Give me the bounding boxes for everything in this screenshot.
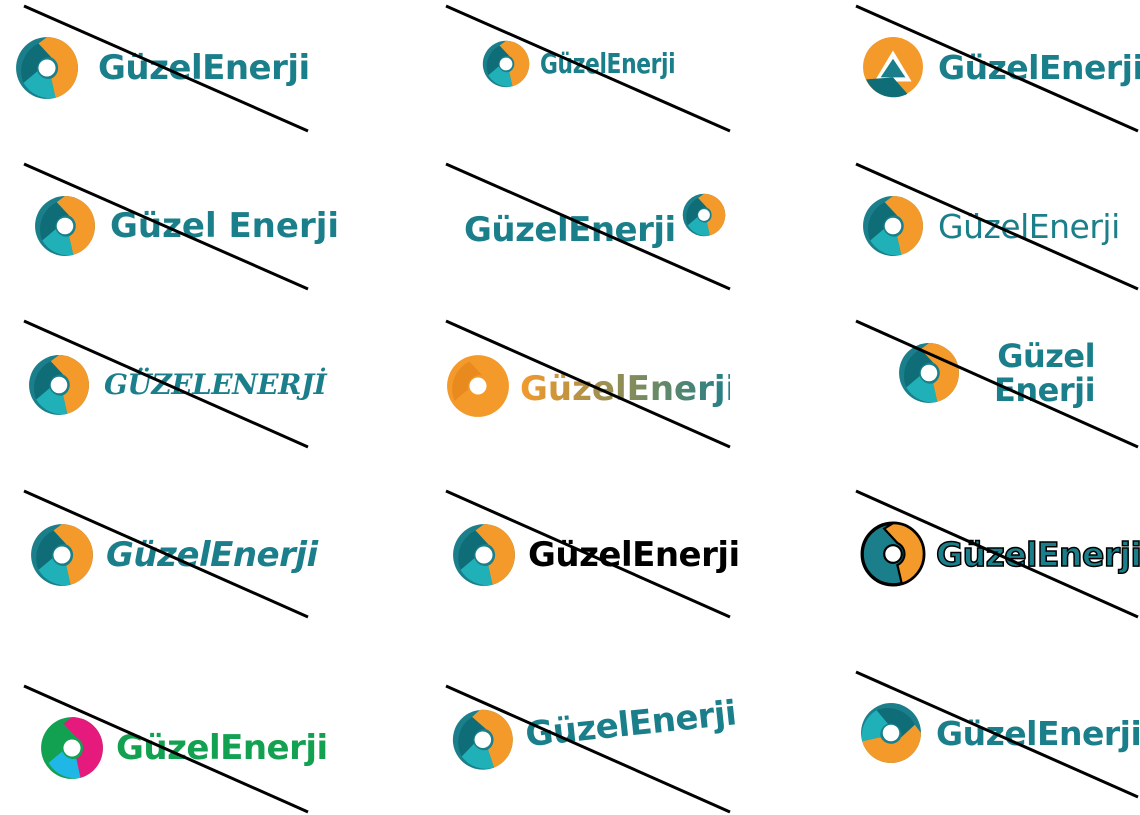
guzel-enerji-mark-icon (16, 37, 78, 99)
logo-variant-11: GüzelEnerji (420, 489, 800, 652)
logo: Güzel Enerji (34, 195, 339, 257)
wordmark-line2: Enerji (994, 371, 1096, 409)
guzel-enerji-mark-icon (861, 703, 921, 763)
logo-variant-2: GüzelEnerji (420, 0, 800, 163)
wordmark: GüzelEnerji (523, 693, 739, 756)
logo-variant-9: Güzel Enerji (760, 326, 1140, 489)
guzel-enerji-mark-icon (31, 524, 93, 586)
logo-variant-13: GüzelEnerji (0, 652, 380, 815)
wordmark: GüzelEnerji (936, 713, 1140, 753)
orange-mark-icon (447, 355, 509, 417)
wordmark: GüzelEnerji (938, 47, 1140, 87)
logo-variant-3: GüzelEnerji (760, 0, 1140, 163)
wordmark-spaced: Güzel Enerji (110, 206, 340, 246)
logo-variant-12: GüzelEnerji (760, 489, 1140, 652)
wordmark: GüzelEnerji (464, 210, 676, 250)
wordmark: GüzelEnerji (935, 534, 1140, 574)
logo-variant-15: GüzelEnerji (760, 652, 1140, 815)
wordmark-text: GüzelEnerji (520, 369, 730, 409)
logo-variant-1: GüzelEnerji (0, 0, 380, 163)
stacked-wordmark: Güzel Enerji (970, 337, 1096, 409)
guzel-enerji-mark-icon (35, 196, 95, 256)
outlined-mark-icon (860, 521, 926, 587)
logo: GÜZELENERJİ (28, 354, 327, 416)
wordmark-caps: GÜZELENERJİ (104, 368, 327, 401)
logo-variant-7: GÜZELENERJİ (0, 326, 380, 489)
wordmark: GüzelEnerji (98, 48, 310, 88)
logo: GüzelEnerji (10, 36, 310, 100)
logo-variant-10: GüzelEnerji (0, 489, 380, 652)
logo-variant-8: GüzelEnerji (420, 326, 800, 489)
wordmark: GüzelEnerji (106, 535, 318, 575)
guzel-enerji-mark-icon (29, 355, 89, 415)
wordmark-line1: Güzel (997, 337, 1096, 375)
logo: GüzelEnerji (449, 682, 740, 774)
logo-variant-6: GüzelEnerji (760, 163, 1140, 326)
wordmark: GüzelEnerji (938, 206, 1120, 246)
wordmark: GüzelEnerji (528, 535, 740, 575)
logo: Güzel Enerji (898, 337, 1096, 409)
logo: GüzelEnerji (862, 36, 1140, 98)
guzel-enerji-mark-icon (453, 524, 515, 586)
guzel-enerji-mark-icon (482, 40, 530, 88)
gradient-wordmark: GüzelEnerji (520, 369, 730, 409)
guzel-enerji-mark-icon (682, 193, 725, 237)
guzel-enerji-mark-icon (449, 706, 516, 773)
guzel-enerji-mark-icon (863, 196, 923, 256)
triangle-mark-icon (863, 37, 923, 98)
logo: GüzelEnerji (464, 193, 726, 247)
logo-variant-14: GüzelEnerji (420, 652, 800, 815)
multicolor-mark-icon (41, 717, 103, 779)
logo: GüzelEnerji (40, 716, 328, 780)
logo: GüzelEnerji (452, 523, 740, 587)
logo-variant-4: Güzel Enerji (0, 163, 380, 326)
logo: GüzelEnerji (860, 702, 1140, 764)
logo-variant-5: GüzelEnerji (420, 163, 800, 326)
logo: GüzelEnerji (482, 33, 713, 95)
logo: GüzelEnerji (30, 523, 318, 587)
wordmark: GüzelEnerji (540, 47, 676, 80)
logo: GüzelEnerji (446, 354, 730, 418)
logo: GüzelEnerji (860, 521, 1140, 587)
wordmark: GüzelEnerji (116, 728, 328, 768)
guzel-enerji-mark-icon (899, 343, 959, 403)
logo: GüzelEnerji (862, 195, 1120, 257)
